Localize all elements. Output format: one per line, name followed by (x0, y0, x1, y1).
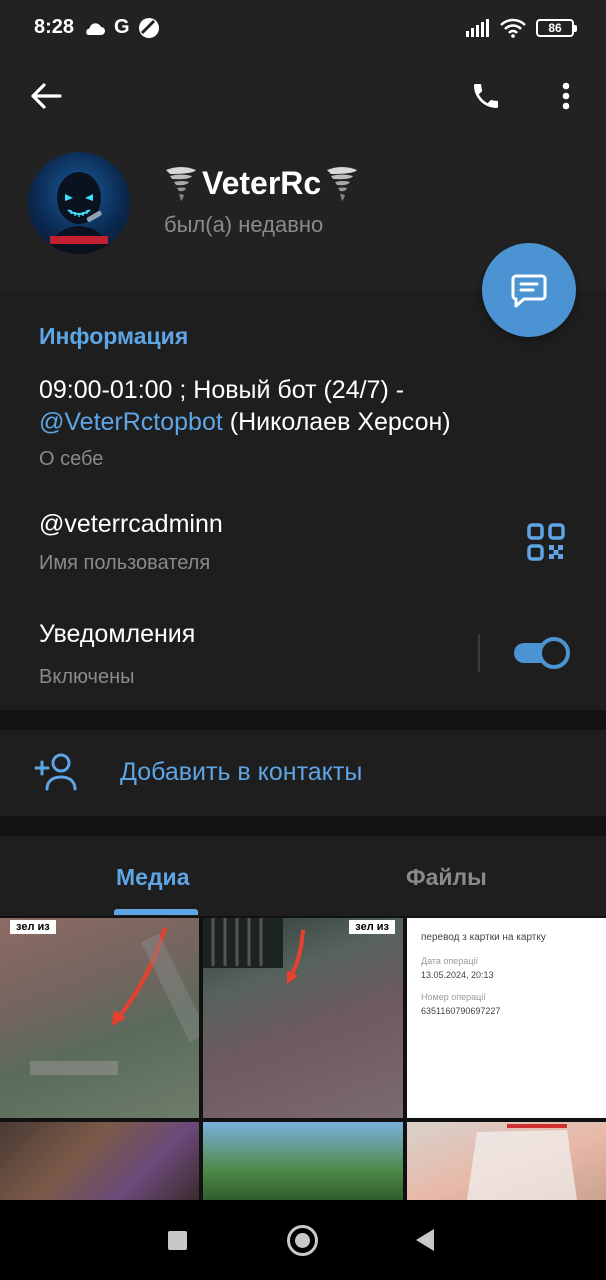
username-caption: Имя пользователя (39, 552, 211, 574)
profile-name: VeterRc (164, 164, 359, 202)
receipt-date: 13.05.2024, 20:13 (421, 970, 494, 980)
add-contact-label: Добавить в контакты (120, 758, 363, 786)
tornado-icon (327, 167, 358, 201)
media-thumbnail[interactable]: зел из (203, 918, 403, 1118)
wifi-icon (500, 18, 526, 38)
qr-code-button[interactable] (526, 522, 566, 562)
status-icons-left: G (82, 16, 160, 39)
bio-text[interactable]: 09:00-01:00 ; Новый бот (24/7) - @VeterR… (39, 374, 579, 438)
tab-media[interactable]: Медиа (116, 864, 189, 891)
toggle-knob (538, 637, 570, 669)
phone-icon (474, 84, 498, 108)
bio-caption: О себе (39, 448, 104, 470)
back-button[interactable] (26, 76, 66, 116)
avatar[interactable] (28, 152, 130, 254)
add-person-icon (34, 753, 77, 791)
receipt-label: Номер операції (421, 992, 486, 1002)
more-menu-button[interactable] (548, 74, 584, 118)
add-contact-row[interactable]: Добавить в контакты (0, 730, 606, 816)
qr-code-icon (527, 523, 565, 561)
active-tab-indicator (114, 909, 198, 915)
system-nav-bar (0, 1200, 606, 1280)
red-arrow-icon (30, 927, 199, 1075)
signal-icon (466, 19, 489, 37)
notifications-label[interactable]: Уведомления (39, 620, 195, 649)
red-arrow-icon (203, 918, 305, 984)
message-icon (511, 274, 547, 308)
recents-button[interactable] (168, 1231, 187, 1250)
call-button[interactable] (464, 74, 508, 118)
bio-bot-link[interactable]: @VeterRctopbot (39, 408, 223, 436)
send-message-button[interactable] (482, 243, 576, 337)
media-thumbnail[interactable] (203, 1122, 403, 1200)
media-thumbnail[interactable] (407, 1122, 606, 1200)
tab-files[interactable]: Файлы (406, 864, 487, 891)
system-back-button[interactable] (416, 1229, 434, 1251)
username-value[interactable]: @veterrcadminn (39, 510, 223, 539)
cloud-icon (86, 22, 105, 35)
receipt-title: перевод з картки на картку (421, 932, 546, 943)
dnd-icon (138, 17, 159, 38)
media-thumbnail[interactable]: перевод з картки на картку Дата операції… (407, 918, 606, 1118)
section-gap (0, 816, 606, 836)
notifications-toggle[interactable] (514, 637, 572, 669)
receipt-label: Дата операції (421, 956, 478, 966)
media-grid: зел из зел из перевод з картки на картку… (0, 916, 606, 1200)
receipt-number: 6351160790697227 (421, 1006, 501, 1016)
status-icons-right: 86 (466, 18, 577, 38)
info-section-title: Информация (39, 323, 189, 349)
media-thumbnail[interactable] (0, 1122, 199, 1200)
bio-suffix: (Николаев Херсон) (222, 408, 451, 436)
status-time: 8:28 (34, 16, 75, 38)
g-icon: G (114, 16, 130, 38)
home-button[interactable] (287, 1225, 318, 1256)
section-gap (0, 710, 606, 730)
media-thumbnail[interactable]: зел из (0, 918, 199, 1118)
media-tabs: Медиа Файлы (0, 836, 606, 916)
tornado-icon (166, 167, 196, 201)
more-vert-icon (562, 82, 570, 110)
info-section: Информация 09:00-01:00 ; Новый бот (24/7… (0, 290, 606, 710)
avatar-mask-icon (48, 172, 110, 254)
back-arrow-icon (31, 83, 62, 109)
status-bar: 8:28 G 86 (0, 0, 606, 58)
bio-prefix: 09:00-01:00 ; Новый бот (24/7) - (39, 376, 405, 404)
battery-icon: 86 (536, 19, 577, 37)
bag-icon (467, 1124, 577, 1200)
notifications-divider (478, 634, 480, 672)
last-seen-status: был(а) недавно (164, 212, 324, 237)
profile-name-text: VeterRc (202, 164, 322, 201)
notifications-state: Включены (39, 666, 135, 688)
